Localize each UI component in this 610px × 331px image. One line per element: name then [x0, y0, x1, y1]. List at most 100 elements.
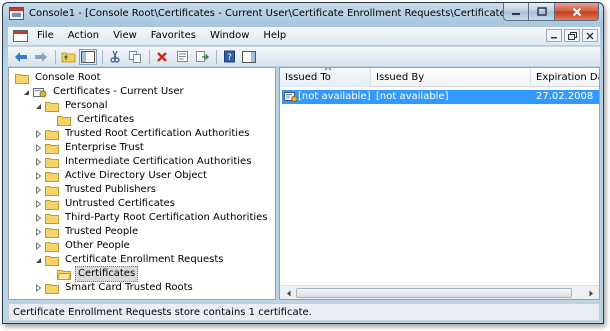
minimize-icon	[551, 37, 557, 39]
mdi-minimize-button[interactable]	[546, 29, 562, 42]
console-tree-icon	[81, 50, 95, 63]
tree-item-enterprise-trust[interactable]: Enterprise Trust	[33, 141, 146, 155]
scrollbar-thumb[interactable]	[296, 288, 572, 298]
results-list-pane[interactable]: Issued To Issued By Expiration Date [not…	[279, 67, 600, 300]
properties-icon	[176, 51, 188, 62]
expand-arrow-icon[interactable]	[33, 213, 43, 223]
cell-issued-to: [not available]	[298, 91, 371, 102]
folder-icon	[45, 241, 59, 252]
collapse-arrow-icon[interactable]	[33, 255, 43, 265]
folder-icon	[45, 101, 59, 112]
delete-x-icon	[157, 51, 167, 62]
mdi-restore-button[interactable]	[564, 29, 580, 42]
window-title: Console1 - [Console Root\Certificates - …	[29, 8, 515, 19]
folder-icon	[45, 157, 59, 168]
tree-item-certificates-current-user[interactable]: Certificates - Current User	[21, 85, 186, 99]
copy-button[interactable]	[126, 49, 144, 65]
minimize-button[interactable]	[503, 3, 529, 21]
status-bar: Certificate Enrollment Requests store co…	[8, 303, 600, 321]
expand-arrow-icon[interactable]	[33, 185, 43, 195]
folder-up-icon	[61, 52, 75, 63]
tree-item-label: Certificate Enrollment Requests	[65, 254, 224, 265]
tree-item-intermediate-ca[interactable]: Intermediate Certification Authorities	[33, 155, 253, 169]
show-hide-action-pane-button[interactable]	[240, 49, 258, 65]
tree-item-active-directory-user-object[interactable]: Active Directory User Object	[33, 169, 209, 183]
expand-arrow-icon[interactable]	[33, 143, 43, 153]
tree-item-enrollment-certificates[interactable]: Certificates	[55, 266, 139, 282]
properties-button[interactable]	[173, 49, 191, 65]
menu-action[interactable]: Action	[61, 27, 106, 45]
action-pane-icon	[242, 50, 256, 63]
tree-item-trusted-publishers[interactable]: Trusted Publishers	[33, 183, 158, 197]
mdi-close-button[interactable]	[582, 29, 598, 42]
expand-arrow-icon[interactable]	[33, 171, 43, 181]
tree-item-untrusted-certificates[interactable]: Untrusted Certificates	[33, 197, 177, 211]
expand-arrow-icon[interactable]	[33, 227, 43, 237]
column-header-issued-to[interactable]: Issued To	[280, 68, 371, 87]
up-one-level-button[interactable]	[59, 49, 77, 65]
mdi-caption-buttons	[546, 29, 598, 42]
tree-item-trusted-root-ca[interactable]: Trusted Root Certification Authorities	[33, 127, 251, 141]
sort-ascending-icon	[324, 68, 332, 71]
tree-item-other-people[interactable]: Other People	[33, 239, 132, 253]
tree-item-certificate-enrollment-requests[interactable]: Certificate Enrollment Requests	[33, 253, 226, 267]
tree-item-personal[interactable]: Personal	[33, 99, 110, 113]
menu-file[interactable]: File	[30, 27, 61, 45]
console-tree-pane[interactable]: Console Root Certificates - Current User…	[8, 67, 276, 300]
column-header-expiration-date[interactable]: Expiration Date	[531, 68, 599, 87]
toolbar: ?	[8, 46, 600, 66]
menu-view[interactable]: View	[106, 27, 144, 45]
show-hide-console-tree-button[interactable]	[79, 48, 97, 65]
tree-item-label: Certificates	[75, 266, 139, 282]
close-icon	[572, 7, 581, 16]
forward-button[interactable]	[32, 49, 50, 65]
tree-item-personal-certificates[interactable]: Certificates	[55, 113, 136, 127]
toolbar-separator	[149, 49, 150, 64]
export-list-button[interactable]	[193, 49, 211, 65]
maximize-button[interactable]	[529, 3, 555, 21]
menu-help[interactable]: Help	[256, 27, 293, 45]
collapse-arrow-icon[interactable]	[21, 87, 31, 97]
tree-item-third-party-root-ca[interactable]: Third-Party Root Certification Authoriti…	[33, 211, 270, 225]
help-button[interactable]: ?	[220, 49, 238, 65]
certificate-store-icon	[33, 87, 47, 97]
tree-item-smart-card-trusted-roots[interactable]: Smart Card Trusted Roots	[33, 281, 195, 295]
folder-icon	[45, 171, 59, 182]
scroll-right-button[interactable]	[584, 287, 598, 299]
column-header-label: Issued By	[376, 72, 425, 83]
scroll-left-arrow-icon	[286, 290, 290, 296]
scroll-right-arrow-icon	[589, 290, 593, 296]
folder-open-icon	[57, 269, 71, 280]
tree-item-label: Intermediate Certification Authorities	[65, 156, 252, 167]
tree-item-trusted-people[interactable]: Trusted People	[33, 225, 140, 239]
menu-window[interactable]: Window	[203, 27, 256, 45]
scissors-icon	[110, 50, 120, 63]
restore-icon	[567, 31, 577, 40]
tree-item-console-root[interactable]: Console Root	[13, 71, 103, 85]
toolbar-separator	[216, 49, 217, 64]
list-item[interactable]: [not available] [not available] 27.02.20…	[282, 90, 599, 104]
close-button[interactable]	[555, 3, 599, 21]
expand-arrow-icon[interactable]	[33, 283, 43, 293]
column-header-issued-by[interactable]: Issued By	[371, 68, 531, 87]
scroll-left-button[interactable]	[281, 287, 295, 299]
console-document-icon[interactable]	[12, 29, 30, 43]
tree-item-label: Certificates - Current User	[53, 86, 184, 97]
menu-favorites[interactable]: Favorites	[144, 27, 203, 45]
title-bar[interactable]: Console1 - [Console Root\Certificates - …	[3, 3, 603, 25]
back-button[interactable]	[12, 49, 30, 65]
caption-buttons	[503, 3, 599, 21]
collapse-arrow-icon[interactable]	[33, 101, 43, 111]
menu-bar: File Action View Favorites Window Help	[8, 27, 600, 45]
expand-arrow-icon[interactable]	[33, 157, 43, 167]
folder-icon	[45, 199, 59, 210]
cut-button[interactable]	[106, 49, 124, 65]
expand-arrow-icon[interactable]	[33, 199, 43, 209]
tree-item-label: Personal	[65, 100, 108, 111]
tree-item-label: Smart Card Trusted Roots	[65, 282, 193, 293]
horizontal-scrollbar[interactable]	[280, 285, 599, 299]
expand-arrow-icon[interactable]	[33, 129, 43, 139]
delete-button[interactable]	[153, 49, 171, 65]
expand-arrow-icon[interactable]	[33, 241, 43, 251]
folder-icon	[45, 255, 59, 266]
